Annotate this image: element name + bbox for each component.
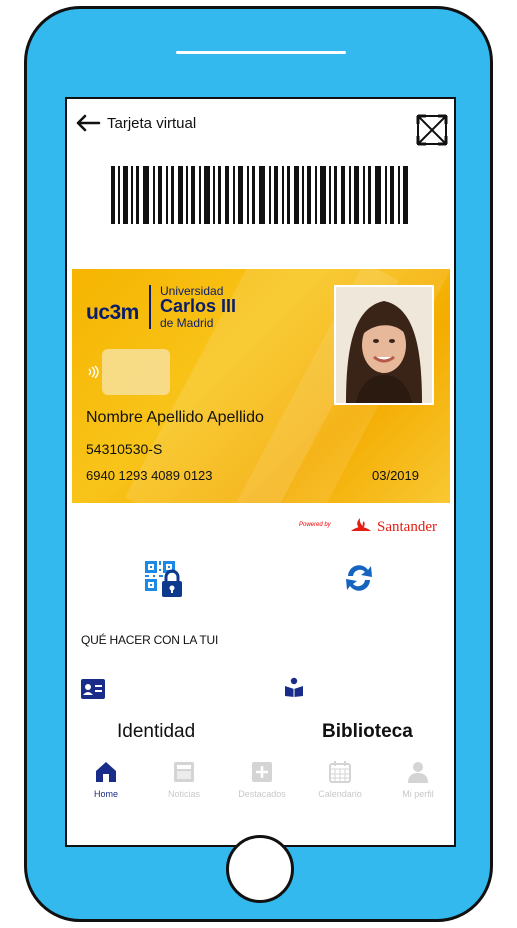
holder-photo — [334, 285, 434, 405]
id-card-icon[interactable] — [81, 679, 105, 699]
tab-destacados[interactable]: Destacados — [227, 759, 297, 809]
logo-brand: uc3m — [86, 301, 139, 324]
card-expiry: 03/2019 — [372, 468, 419, 483]
tab-label: Calendario — [318, 789, 362, 799]
home-icon — [96, 762, 116, 782]
tab-mi-perfil[interactable]: Mi perfil — [383, 759, 453, 809]
card-number: 6940 1293 4089 0123 — [86, 468, 213, 483]
tab-label: Noticias — [167, 789, 200, 799]
tab-home[interactable]: Home — [71, 759, 141, 809]
santander-flame-icon — [351, 518, 371, 531]
page-title: Tarjeta virtual — [107, 115, 197, 132]
section-heading: QUÉ HACER CON LA TUI — [81, 633, 219, 647]
bottom-tab-bar: Home Noticias Destacados Calendario Mi p… — [67, 759, 454, 809]
logo-line-2: Carlos III — [160, 296, 237, 316]
logo-line-3: de Madrid — [160, 316, 214, 330]
biblioteca-label[interactable]: Biblioteca — [322, 721, 413, 743]
identidad-label[interactable]: Identidad — [117, 721, 195, 743]
university-card: uc3m Universidad Carlos III de Madrid No… — [72, 269, 450, 503]
tab-label: Destacados — [238, 789, 286, 799]
powered-by-label: Powered by — [299, 522, 331, 528]
tab-label: Home — [93, 789, 118, 799]
phone-speaker — [176, 51, 346, 54]
card-chip — [102, 349, 170, 395]
barcode — [111, 166, 408, 224]
document-id: 54310530-S — [86, 441, 163, 457]
tab-label: Mi perfil — [402, 789, 434, 799]
user-icon — [408, 762, 428, 783]
sync-icon[interactable] — [342, 561, 376, 595]
portrait-image — [336, 287, 432, 403]
contactless-icon — [88, 365, 99, 379]
calendar-icon — [329, 761, 351, 783]
phone-frame: Tarjeta virtual uc3m Universidad Carlos … — [24, 6, 493, 922]
app-screen: Tarjeta virtual uc3m Universidad Carlos … — [65, 97, 456, 847]
plus-square-icon — [252, 762, 272, 782]
santander-logo: Santander — [377, 519, 437, 535]
tab-noticias[interactable]: Noticias — [149, 759, 219, 809]
holder-name: Nombre Apellido Apellido — [86, 409, 264, 426]
logo-divider — [149, 285, 151, 329]
news-icon — [174, 762, 194, 782]
book-reader-icon[interactable] — [285, 677, 303, 697]
expand-icon[interactable] — [415, 113, 449, 147]
qr-lock-icon[interactable] — [143, 559, 183, 599]
phone-home-button[interactable] — [226, 835, 294, 903]
tab-calendario[interactable]: Calendario — [305, 759, 375, 809]
arrow-left-icon[interactable] — [75, 113, 101, 133]
